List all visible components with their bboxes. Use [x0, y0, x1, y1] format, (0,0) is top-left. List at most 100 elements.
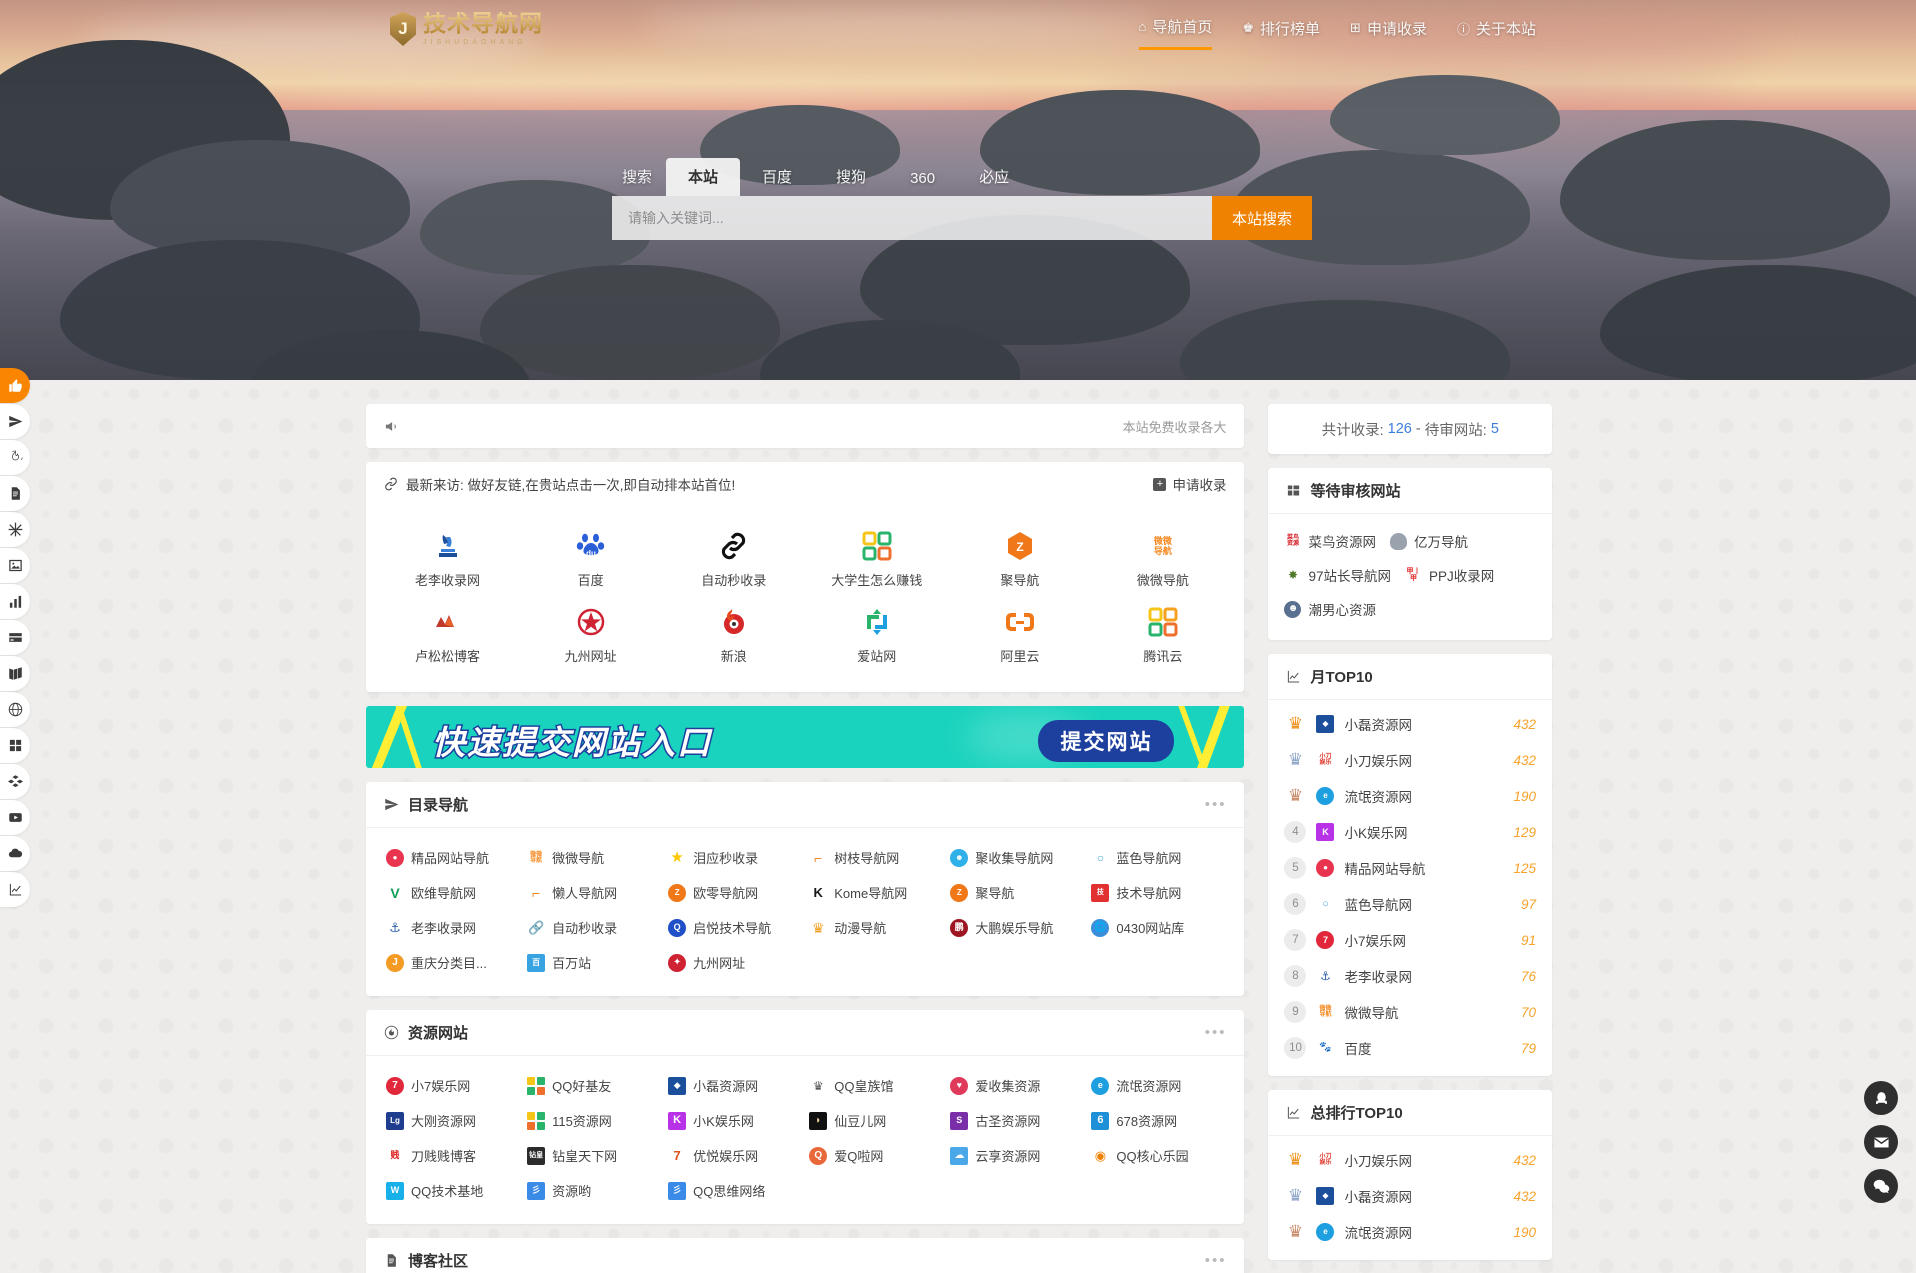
link-item[interactable]: ⚓ 老李收录网: [382, 910, 523, 945]
cloud-icon[interactable]: [0, 836, 30, 871]
video-icon[interactable]: [0, 800, 30, 835]
link-item[interactable]: ✦ 九州网址: [664, 945, 805, 980]
pending-item[interactable]: 亿万导航: [1389, 531, 1468, 551]
submit-site-button[interactable]: 提交网站: [1038, 720, 1175, 762]
pending-item[interactable]: 菜鸟 资源 菜鸟资源网: [1284, 531, 1376, 551]
link-item[interactable]: ◗ 仙豆儿网: [805, 1103, 946, 1138]
link-item[interactable]: ◆ 小磊资源网: [664, 1068, 805, 1103]
rank-row[interactable]: 6 ○ 蓝色导航网 97: [1282, 886, 1538, 922]
link-item[interactable]: 贱刀贱贱博客: [382, 1138, 523, 1173]
section-more-icon[interactable]: •••: [1205, 1252, 1227, 1269]
friend-link-item[interactable]: 卢松松博客: [376, 598, 519, 674]
trend-chart-icon[interactable]: [0, 872, 30, 907]
link-item[interactable]: ♛ QQ皇族馆: [805, 1068, 946, 1103]
friend-link-item[interactable]: 微微 导航 微微导航: [1091, 522, 1234, 598]
link-item[interactable]: ☁ 云享资源网: [946, 1138, 1087, 1173]
link-item[interactable]: ◉ QQ核心乐园: [1087, 1138, 1228, 1173]
image-icon[interactable]: [0, 548, 30, 583]
map-icon[interactable]: [0, 656, 30, 691]
fire-icon[interactable]: [0, 440, 30, 475]
link-item[interactable]: ☻ 聚收集导航网: [946, 840, 1087, 875]
link-item[interactable]: Q 爱Q啦网: [805, 1138, 946, 1173]
link-item[interactable]: ● 精品网站导航: [382, 840, 523, 875]
grid-icon[interactable]: [0, 728, 30, 763]
link-item[interactable]: J 重庆分类目...: [382, 945, 523, 980]
link-item[interactable]: V 欧维导航网: [382, 875, 523, 910]
link-item[interactable]: QQ好基友: [523, 1068, 664, 1103]
link-item[interactable]: 7 优悦娱乐网: [664, 1138, 805, 1173]
link-item[interactable]: 彡资源哟: [523, 1173, 664, 1208]
pending-item[interactable]: ✸ 97站长导航网: [1284, 565, 1391, 585]
section-more-icon[interactable]: •••: [1205, 1024, 1227, 1041]
link-item[interactable]: Q 启悦技术导航: [664, 910, 805, 945]
search-tab-bzhan[interactable]: 本站: [666, 158, 741, 196]
envelope-icon[interactable]: [1864, 1125, 1898, 1159]
nav-item-ranking[interactable]: ♚ 排行榜单: [1242, 16, 1320, 50]
link-item[interactable]: Z 聚导航: [946, 875, 1087, 910]
link-item[interactable]: 微微 导航 微微导航: [523, 840, 664, 875]
link-item[interactable]: ○ 蓝色导航网: [1087, 840, 1228, 875]
link-item[interactable]: 7 小7娱乐网: [382, 1068, 523, 1103]
file-text-icon[interactable]: [0, 476, 30, 511]
qq-icon[interactable]: [1864, 1081, 1898, 1115]
friend-link-item[interactable]: 爱站网: [805, 598, 948, 674]
nav-item-home[interactable]: ⌂ 导航首页: [1138, 16, 1213, 50]
pending-item[interactable]: 甲丨甲 PPJ收录网: [1405, 565, 1494, 585]
section-more-icon[interactable]: •••: [1205, 796, 1227, 813]
chart-bar-icon[interactable]: [0, 584, 30, 619]
rank-row[interactable]: ♛ ◆ 小磊资源网 432: [1282, 706, 1538, 742]
rank-row[interactable]: 4 K 小K娱乐网 129: [1282, 814, 1538, 850]
wechat-icon[interactable]: [1864, 1169, 1898, 1203]
link-item[interactable]: K 小K娱乐网: [664, 1103, 805, 1138]
search-button[interactable]: 本站搜索: [1212, 196, 1312, 240]
link-item[interactable]: Z 欧零导航网: [664, 875, 805, 910]
site-logo[interactable]: J 技术导航网 JISHUDAOHANG: [390, 12, 543, 46]
cubes-icon[interactable]: [0, 764, 30, 799]
snowflake-icon[interactable]: [0, 512, 30, 547]
rank-row[interactable]: ♛ ◆ 小磊资源网 432: [1282, 1178, 1538, 1214]
search-tab-sogou[interactable]: 搜狗: [814, 158, 888, 196]
link-item[interactable]: ★ 泪应秒收录: [664, 840, 805, 875]
link-item[interactable]: Lg 大刚资源网: [382, 1103, 523, 1138]
rank-row[interactable]: 9 微微 导航 微微导航 70: [1282, 994, 1538, 1030]
link-item[interactable]: ♥ 爱收集资源: [946, 1068, 1087, 1103]
link-item[interactable]: 6 678资源网: [1087, 1103, 1228, 1138]
rank-row[interactable]: 7 7 小7娱乐网 91: [1282, 922, 1538, 958]
rank-row[interactable]: ♛ e 流氓资源网 190: [1282, 778, 1538, 814]
search-tab-baidu[interactable]: 百度: [740, 158, 814, 196]
rank-row[interactable]: 8 ⚓ 老李收录网 76: [1282, 958, 1538, 994]
rank-row[interactable]: 5 ● 精品网站导航 125: [1282, 850, 1538, 886]
friend-link-item[interactable]: 自动秒收录: [662, 522, 805, 598]
search-tab-360[interactable]: 360: [888, 162, 957, 196]
search-input[interactable]: [612, 196, 1212, 240]
link-item[interactable]: W QQ技术基地: [382, 1173, 523, 1208]
link-item[interactable]: 115资源网: [523, 1103, 664, 1138]
nav-item-apply[interactable]: ⊞ 申请收录: [1350, 16, 1427, 50]
rank-row[interactable]: ♛ 小刀 娱乐 小刀娱乐网 432: [1282, 742, 1538, 778]
link-item[interactable]: K Kome导航网: [805, 875, 946, 910]
credit-card-icon[interactable]: [0, 620, 30, 655]
link-item[interactable]: 技技术导航网: [1087, 875, 1228, 910]
friend-link-item[interactable]: 大学生怎么赚钱: [805, 522, 948, 598]
link-item[interactable]: ♛ 动漫导航: [805, 910, 946, 945]
friend-link-item[interactable]: 老李收录网: [376, 522, 519, 598]
link-item[interactable]: 百百万站: [523, 945, 664, 980]
link-item[interactable]: 钻皇 钻皇天下网: [523, 1138, 664, 1173]
friend-link-item[interactable]: 阿里云: [948, 598, 1091, 674]
rank-row[interactable]: 10 🐾 百度 79: [1282, 1030, 1538, 1066]
link-item[interactable]: 🔗 自动秒收录: [523, 910, 664, 945]
link-item[interactable]: 🌐 0430网站库: [1087, 910, 1228, 945]
friend-link-item[interactable]: 腾讯云: [1091, 598, 1234, 674]
apply-button[interactable]: + 申请收录: [1153, 474, 1226, 494]
link-item[interactable]: 彡 QQ思维网络: [664, 1173, 805, 1208]
rank-row[interactable]: ♛ 小刀 娱乐 小刀娱乐网 432: [1282, 1142, 1538, 1178]
search-tab-bing[interactable]: 必应: [957, 158, 1031, 196]
friend-link-item[interactable]: du 百度: [519, 522, 662, 598]
link-item[interactable]: ⌐ 树枝导航网: [805, 840, 946, 875]
link-item[interactable]: e 流氓资源网: [1087, 1068, 1228, 1103]
link-item[interactable]: S 古圣资源网: [946, 1103, 1087, 1138]
submit-site-banner[interactable]: 快速提交网站入口 提交网站: [366, 706, 1245, 768]
paper-plane-icon[interactable]: [0, 404, 30, 439]
globe-icon[interactable]: [0, 692, 30, 727]
link-item[interactable]: 鹏大鹏娱乐导航: [946, 910, 1087, 945]
